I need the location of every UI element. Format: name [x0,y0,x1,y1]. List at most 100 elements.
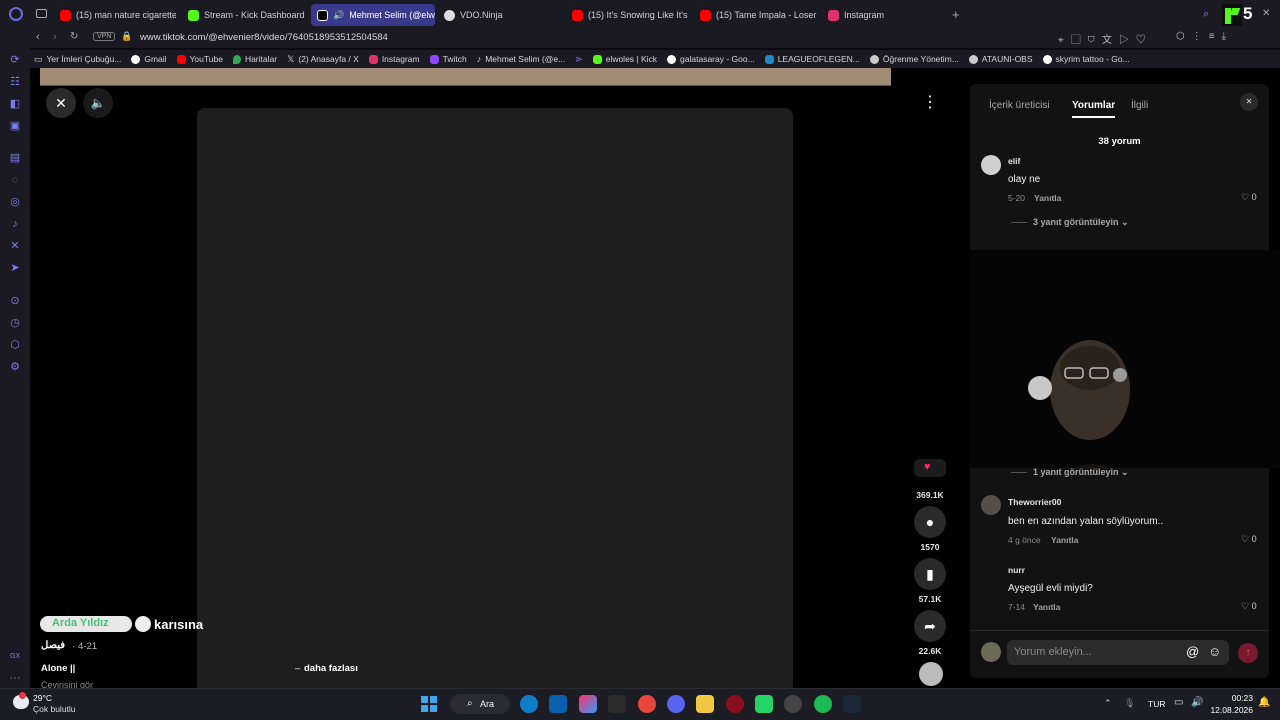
bookmark-kick[interactable]: elwoles | Kick [592,54,657,64]
share-button[interactable]: ➦ [914,610,946,642]
opera-gx-logo-icon[interactable] [9,7,23,21]
bookmark-obs[interactable]: ATAUNI-OBS [968,54,1033,64]
comment-input[interactable]: Yorum ekleyin... @ ☺ [1007,640,1229,665]
obs-taskbar-icon[interactable] [784,695,802,713]
bookmark-youtube[interactable]: YouTube [176,54,223,64]
volume-tray-icon[interactable]: 🔊 [1191,697,1203,708]
tab-comments[interactable]: Yorumlar [1072,100,1115,111]
speaker-icon[interactable]: 🔊 [333,10,344,21]
tray-overflow-icon[interactable]: ⌃ [1104,698,1112,709]
weather-temp[interactable]: 29°C [33,693,52,703]
tab-instagram[interactable]: Instagram [822,4,946,26]
more-sidebar-icon[interactable]: ··· [9,672,21,684]
forward-icon[interactable]: › [53,31,57,43]
history-icon[interactable]: ◷ [9,317,21,329]
network-icon[interactable]: ▭ [1174,697,1183,708]
file-explorer-icon[interactable] [696,695,714,713]
reply-link[interactable]: Yanıtla [1033,602,1060,612]
edge-icon[interactable] [520,695,538,713]
bookmark-x[interactable]: 𝕏 (2) Anasayfa / X [287,54,359,65]
send-comment-button[interactable]: ↑ [1238,643,1258,663]
whatsapp-icon[interactable]: ◌ [9,174,21,186]
bookmark-league[interactable]: LEAGUEOFLEGEN... [764,54,860,64]
comment-avatar[interactable] [981,495,1001,515]
like-comment-button[interactable]: ♡ 0 [1241,534,1257,545]
like-comment-button[interactable]: ♡ 0 [1241,192,1257,203]
bookmark-tiktok[interactable]: ♪ Mehmet Selim (@e... [477,54,565,64]
tab-youtube-tame-impala[interactable]: (15) Tame Impala - Loser ( [694,4,818,26]
bookmark-gmail[interactable]: Gmail [131,54,167,64]
clock-date[interactable]: 12.08.2026 [1203,705,1253,715]
search-tabs-icon[interactable]: ⌕ [1203,8,1209,21]
outlook-icon[interactable] [549,695,567,713]
gx-control-icon[interactable]: GX [9,651,21,663]
store-icon[interactable] [608,695,626,713]
opera-gx-taskbar-icon[interactable] [726,695,744,713]
close-panel-button[interactable]: ✕ [1240,93,1258,111]
clock-time[interactable]: 00:23 [1213,693,1253,703]
discord-icon[interactable] [667,695,685,713]
tab-kick-dashboard[interactable]: Stream - Kick Dashboard [182,4,306,26]
tab-creator[interactable]: İçerik üreticisi [989,100,1050,111]
more-link[interactable]: daha fazlası [304,663,358,674]
url-field[interactable]: www.tiktok.com/@ehvenier8/video/76405189… [140,32,388,43]
lock-icon[interactable]: 🔒 [121,31,132,42]
music-icon[interactable]: ▣ [9,120,21,132]
comment-user[interactable]: Theworrier00 [1008,497,1061,507]
steam-icon[interactable] [843,695,861,713]
my-avatar[interactable] [981,642,1001,662]
twitch-sidebar-icon[interactable]: ▤ [9,152,21,164]
player-icon[interactable]: ⊙ [9,295,21,307]
bookmark-maps[interactable]: Haritalar [232,54,277,64]
extensions-icon[interactable]: ⬡⋮≡⤓ [1176,31,1233,42]
music-disc-avatar[interactable] [919,662,943,686]
chrome-icon[interactable] [638,695,656,713]
tab-related[interactable]: İlgili [1131,100,1148,111]
speed-dial-icon[interactable]: ☷ [9,76,21,88]
notification-icon[interactable]: 🔔 [1258,697,1270,708]
like-comment-button[interactable]: ♡ 0 [1241,601,1257,612]
bookmark-instagram[interactable]: Instagram [368,54,420,64]
extensions-sidebar-icon[interactable]: ⬡ [9,339,21,351]
whatsapp-taskbar-icon[interactable] [755,695,773,713]
taskbar-search[interactable]: ⌕ Ara [450,694,510,714]
comment-user[interactable]: nurr [1008,565,1025,575]
tab-vdo-ninja[interactable]: VDO.Ninja [438,4,562,26]
comment-user[interactable]: elif [1008,156,1020,166]
emoji-icon[interactable]: ☺ [1208,644,1221,659]
bookmark-folder[interactable]: ▭ Yer İmleri Çubuğu... [34,54,121,65]
new-tab-button[interactable]: + [952,7,960,22]
tiktok-sidebar-icon[interactable]: ♪ [9,218,21,230]
x-sidebar-icon[interactable]: ✕ [9,240,21,252]
vpn-badge[interactable]: VPN [93,32,116,41]
telegram-icon[interactable]: ➤ [9,262,21,274]
spotify-icon[interactable] [814,695,832,713]
gx-corner-icon[interactable]: ⟳ [9,54,21,66]
bookmark-vdo[interactable]: ⋗ [575,54,583,65]
close-video-button[interactable]: ✕ [46,88,76,118]
tab-youtube-nature[interactable]: (15) man nature cigarette s [54,4,176,26]
bookmark-skyrim[interactable]: skyrim tattoo - Go... [1042,54,1130,64]
weather-desc[interactable]: Çok bulutlu [33,704,76,714]
mention-icon[interactable]: @ [1186,644,1199,659]
comment-button[interactable]: ● [914,506,946,538]
save-button[interactable]: ▮ [914,558,946,590]
view-replies-link[interactable]: 1 yanıt görüntüleyin ⌄ [1033,467,1129,478]
tab-island-icon[interactable] [36,9,47,18]
reply-link[interactable]: Yanıtla [1034,193,1061,203]
copilot-icon[interactable] [579,695,597,713]
window-close-icon[interactable]: ✕ [1262,8,1270,19]
settings-icon[interactable]: ⚙ [9,361,21,373]
caption-author[interactable]: فيصل [41,640,65,651]
address-bar-actions[interactable]: ⌖▢⛉文▷♡ [1058,31,1153,46]
comment-avatar[interactable] [981,155,1001,175]
bookmark-lms[interactable]: Öğrenme Yönetim... [869,54,959,64]
comment-avatar[interactable] [981,564,1001,584]
video-player[interactable] [197,108,793,693]
bookmark-galatasaray[interactable]: galatasaray - Goo... [667,54,755,64]
messenger-icon[interactable]: ◧ [9,98,21,110]
microphone-icon[interactable]: 🎙 [1124,698,1135,709]
tab-tiktok-active[interactable]: 🔊 Mehmet Selim (@elwol [311,4,435,26]
tab-youtube-snowing[interactable]: (15) It's Snowing Like It's t [566,4,690,26]
like-button[interactable]: ♥ [914,459,946,477]
